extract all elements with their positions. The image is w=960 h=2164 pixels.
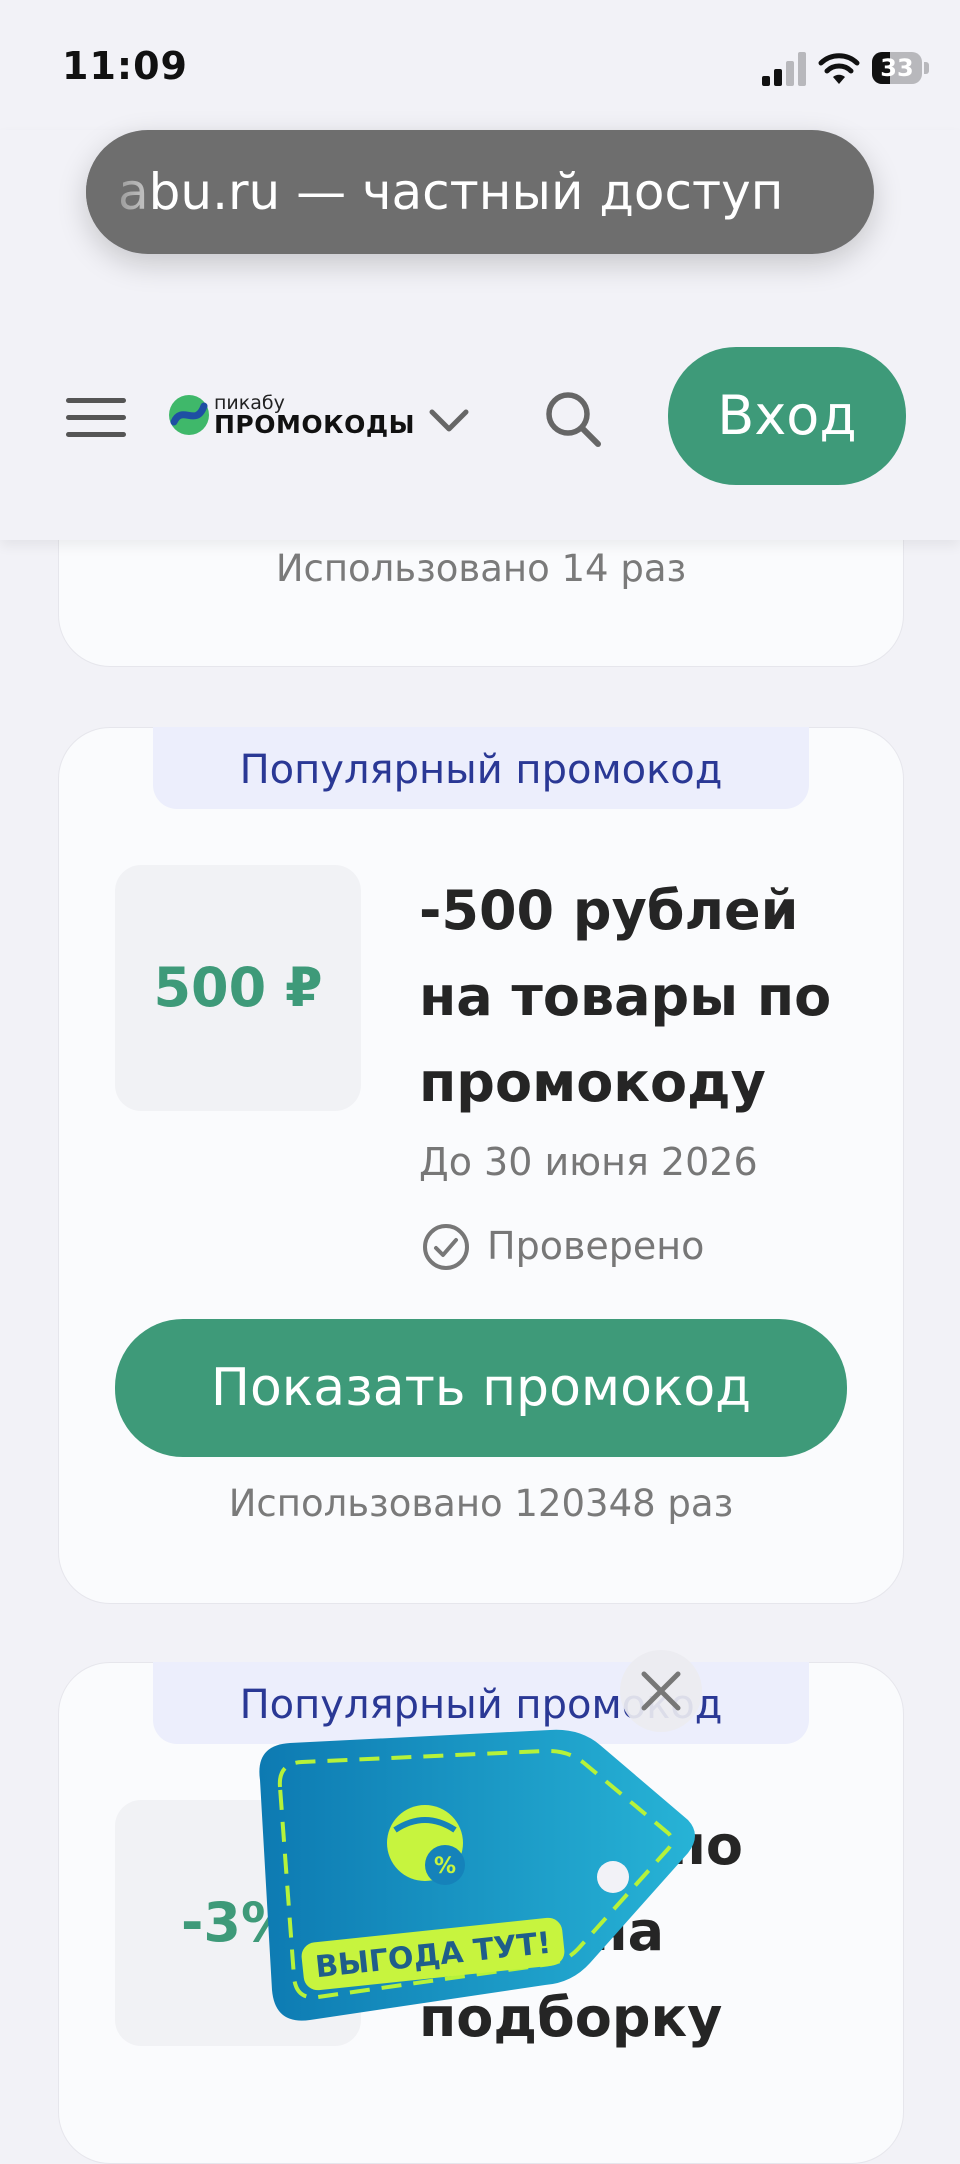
usage-count: Использовано 14 раз — [275, 547, 687, 590]
logo-title: ПРОМОКОДЫ — [214, 410, 415, 439]
battery-icon: 33 — [872, 52, 930, 84]
login-button[interactable]: Вход — [668, 347, 906, 485]
battery-percentage: 33 — [880, 54, 914, 82]
search-icon[interactable] — [542, 388, 604, 450]
promo-tag-banner[interactable]: % ВЫГОДА ТУТ! — [250, 1725, 700, 2025]
popular-badge: Популярный промокод — [153, 727, 809, 809]
discount-value-box: 500 ₽ — [115, 865, 361, 1111]
svg-text:%: % — [434, 1854, 456, 1879]
offer-deadline: До 30 июня 2026 — [419, 1140, 758, 1184]
url-text: abu.ru — частный доступ — [118, 163, 784, 221]
usage-count: Использовано 120348 раз — [228, 1482, 734, 1525]
verified-label: Проверено — [487, 1224, 705, 1268]
discount-value: 500 ₽ — [153, 956, 323, 1019]
menu-icon[interactable] — [66, 398, 128, 438]
chevron-down-icon[interactable] — [424, 398, 474, 442]
address-bar[interactable]: abu.ru — частный доступ — [86, 130, 874, 254]
offer-title[interactable]: -500 рублей на товары по промокоду — [419, 868, 849, 1126]
close-icon — [641, 1671, 681, 1711]
status-bar: 11:09 33 — [0, 0, 960, 130]
wifi-icon — [818, 53, 860, 84]
status-time: 11:09 — [62, 44, 188, 88]
close-promo-button[interactable] — [620, 1650, 702, 1732]
logo-mark-icon — [169, 395, 209, 435]
cellular-signal-icon — [762, 52, 806, 86]
check-circle-icon — [423, 1224, 469, 1270]
show-promocode-button[interactable]: Показать промокод — [115, 1319, 847, 1457]
promo-card: Популярный промокод 500 ₽ -500 рублей на… — [58, 727, 904, 1604]
